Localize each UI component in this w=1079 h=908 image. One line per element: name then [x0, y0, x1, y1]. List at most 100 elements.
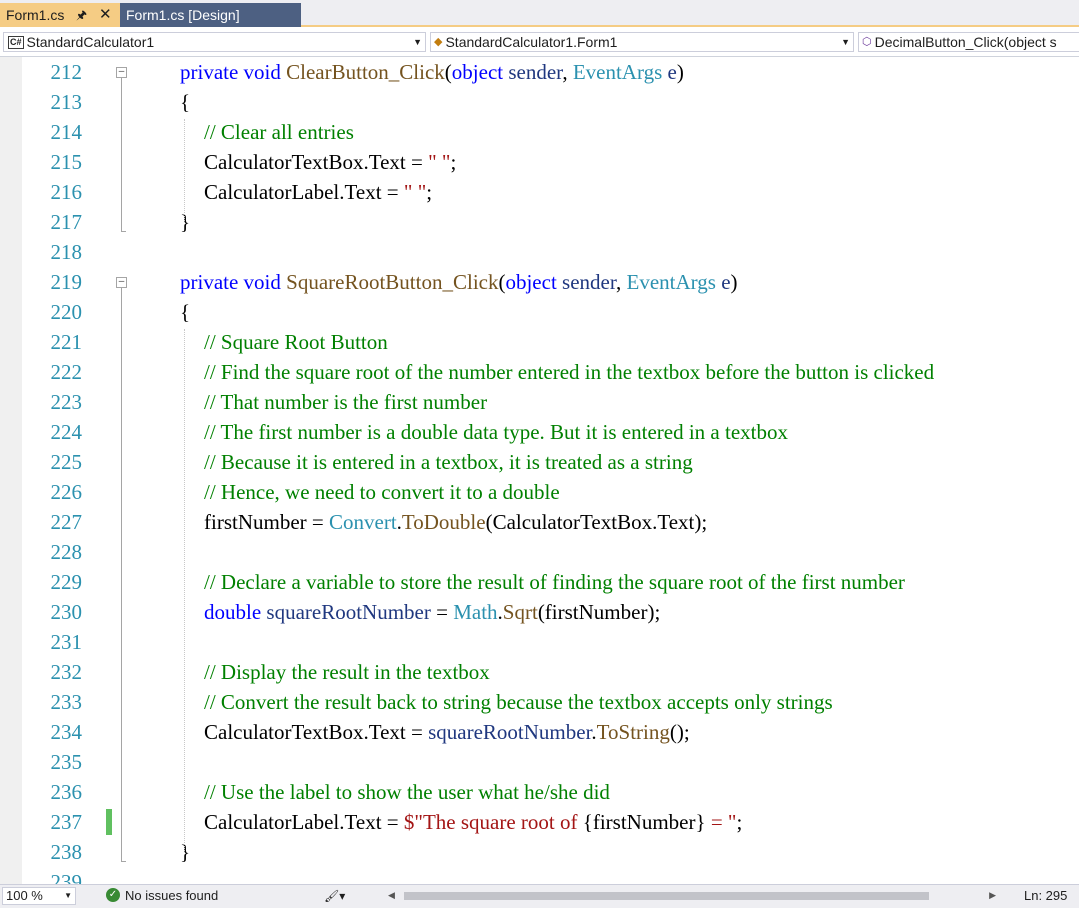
chevron-down-icon: ▼: [841, 37, 850, 47]
code-token: ;: [426, 180, 433, 204]
code-token: sender: [508, 60, 563, 84]
csharp-project-icon: C#: [8, 36, 24, 49]
code-token: CalculatorTextBox.Text =: [204, 150, 429, 174]
code-line[interactable]: 215 CalculatorTextBox.Text = " ";: [0, 147, 1079, 177]
code-token: object: [451, 60, 509, 84]
code-token: {: [180, 300, 191, 324]
code-line[interactable]: 222 // Find the square root of the number…: [0, 357, 1079, 387]
document-tab-bar: Form1.cs 🖈 ✕ Form1.cs [Design]: [0, 0, 1079, 27]
code-line[interactable]: 230 double squareRootNumber = Math.Sqrt(f…: [0, 597, 1079, 627]
code-editor[interactable]: 212 private void ClearButton_Click(object…: [0, 57, 1079, 884]
code-token: EventArgs: [626, 270, 716, 294]
line-number: 226: [50, 480, 83, 504]
code-text: // Find the square root of the number en…: [204, 357, 934, 387]
line-number: 227: [50, 510, 83, 534]
code-line[interactable]: 229 // Declare a variable to store the re…: [0, 567, 1079, 597]
code-line[interactable]: 232 // Display the result in the textbox: [0, 657, 1079, 687]
project-name: StandardCalculator1: [26, 34, 155, 50]
code-line[interactable]: 234 CalculatorTextBox.Text = squareRootNu…: [0, 717, 1079, 747]
issues-text: No issues found: [125, 888, 219, 903]
chevron-down-icon: ▼: [64, 891, 72, 900]
outline-end: [121, 861, 126, 862]
member-name: DecimalButton_Click(object s: [874, 34, 1057, 50]
code-token: Math: [453, 600, 498, 624]
code-text: // Use the label to show the user what h…: [204, 777, 610, 807]
code-token: ,: [616, 270, 627, 294]
close-icon[interactable]: ✕: [99, 3, 112, 27]
collapse-toggle-icon[interactable]: –: [116, 67, 127, 78]
scroll-left-icon[interactable]: ◀: [388, 890, 395, 901]
code-token: }: [180, 210, 191, 234]
code-line[interactable]: 213 {: [0, 87, 1079, 117]
code-token: $"The square root of: [403, 810, 583, 834]
code-token: // Declare a variable to store the resul…: [204, 570, 905, 594]
code-text: // Because it is entered in a textbox, i…: [204, 447, 693, 477]
tab-form1-design[interactable]: Form1.cs [Design]: [120, 3, 301, 27]
code-token: object: [505, 270, 563, 294]
code-line[interactable]: 238}: [0, 837, 1079, 867]
code-token: CalculatorLabel.Text =: [204, 180, 404, 204]
code-text: CalculatorTextBox.Text = squareRootNumbe…: [204, 717, 690, 747]
line-number: 214: [50, 120, 83, 144]
code-token: ): [730, 270, 738, 294]
code-line[interactable]: 231: [0, 627, 1079, 657]
code-line[interactable]: 228: [0, 537, 1079, 567]
code-token: e: [667, 60, 677, 84]
code-line[interactable]: 221 // Square Root Button: [0, 327, 1079, 357]
code-line[interactable]: 226 // Hence, we need to convert it to a …: [0, 477, 1079, 507]
code-line[interactable]: 214 // Clear all entries: [0, 117, 1079, 147]
code-line[interactable]: 239: [0, 867, 1079, 884]
code-line[interactable]: 216 CalculatorLabel.Text = " ";: [0, 177, 1079, 207]
code-text: CalculatorLabel.Text = " ";: [204, 177, 432, 207]
code-text: // The first number is a double data typ…: [204, 417, 788, 447]
scrollbar-thumb[interactable]: [404, 892, 929, 900]
code-line[interactable]: 212 private void ClearButton_Click(object…: [0, 57, 1079, 87]
code-token: CalculatorTextBox.Text =: [204, 720, 429, 744]
pin-icon[interactable]: 🖈: [76, 3, 87, 27]
issues-indicator[interactable]: ✓ No issues found: [106, 888, 218, 904]
code-line[interactable]: 223 // That number is the first number: [0, 387, 1079, 417]
project-dropdown[interactable]: C# StandardCalculator1 ▼: [3, 32, 426, 52]
tab-form1-cs[interactable]: Form1.cs 🖈 ✕: [0, 3, 120, 27]
code-line[interactable]: 219 private void SquareRootButton_Click(o…: [0, 267, 1079, 297]
code-token: SquareRootButton_Click: [286, 270, 499, 294]
code-token: = ": [705, 810, 737, 834]
code-token: // The first number is a double data typ…: [204, 420, 788, 444]
code-token: ToDouble: [401, 510, 486, 534]
code-cleanup-button[interactable]: 🖌▾: [324, 888, 345, 904]
code-line[interactable]: 218: [0, 237, 1079, 267]
code-line[interactable]: 224 // The first number is a double data …: [0, 417, 1079, 447]
code-token: Sqrt: [502, 600, 538, 624]
code-line[interactable]: 233 // Convert the result back to string …: [0, 687, 1079, 717]
class-icon: ◆: [434, 36, 443, 48]
code-token: (: [444, 60, 452, 84]
code-line[interactable]: 217}: [0, 207, 1079, 237]
zoom-value: 100 %: [6, 888, 43, 903]
code-line[interactable]: 236 // Use the label to show the user wha…: [0, 777, 1079, 807]
code-token: squareRootNumber: [428, 720, 592, 744]
code-token: {firstNumber}: [582, 810, 706, 834]
code-line[interactable]: 225 // Because it is entered in a textbox…: [0, 447, 1079, 477]
line-number: 221: [50, 330, 83, 354]
member-dropdown[interactable]: ⬡ DecimalButton_Click(object s: [858, 32, 1079, 52]
code-line[interactable]: 227 firstNumber = Convert.ToDouble(Calcul…: [0, 507, 1079, 537]
zoom-dropdown[interactable]: 100 % ▼: [2, 887, 76, 905]
code-line[interactable]: 237 CalculatorLabel.Text = $"The square r…: [0, 807, 1079, 837]
scroll-right-icon[interactable]: ▶: [989, 890, 996, 901]
code-text: // Clear all entries: [204, 117, 354, 147]
navigation-bar: C# StandardCalculator1 ▼ ◆ StandardCalcula…: [0, 27, 1079, 57]
class-dropdown[interactable]: ◆ StandardCalculator1.Form1 ▼: [430, 32, 854, 52]
line-number: 225: [50, 450, 83, 474]
code-text: firstNumber = Convert.ToDouble(Calculato…: [204, 507, 707, 537]
code-token: // Square Root Button: [204, 330, 388, 354]
code-line[interactable]: 235: [0, 747, 1079, 777]
code-line[interactable]: 220 {: [0, 297, 1079, 327]
code-token: // Because it is entered in a textbox, i…: [204, 450, 693, 474]
code-token: (CalculatorTextBox.Text);: [485, 510, 708, 534]
code-text: }: [180, 207, 190, 237]
collapse-toggle-icon[interactable]: –: [116, 277, 127, 288]
horizontal-scrollbar[interactable]: ◀ ▶: [388, 890, 996, 902]
code-token: ToString: [596, 720, 670, 744]
indent-guide: [184, 119, 185, 221]
code-token: // Find the square root of the number en…: [204, 360, 935, 384]
